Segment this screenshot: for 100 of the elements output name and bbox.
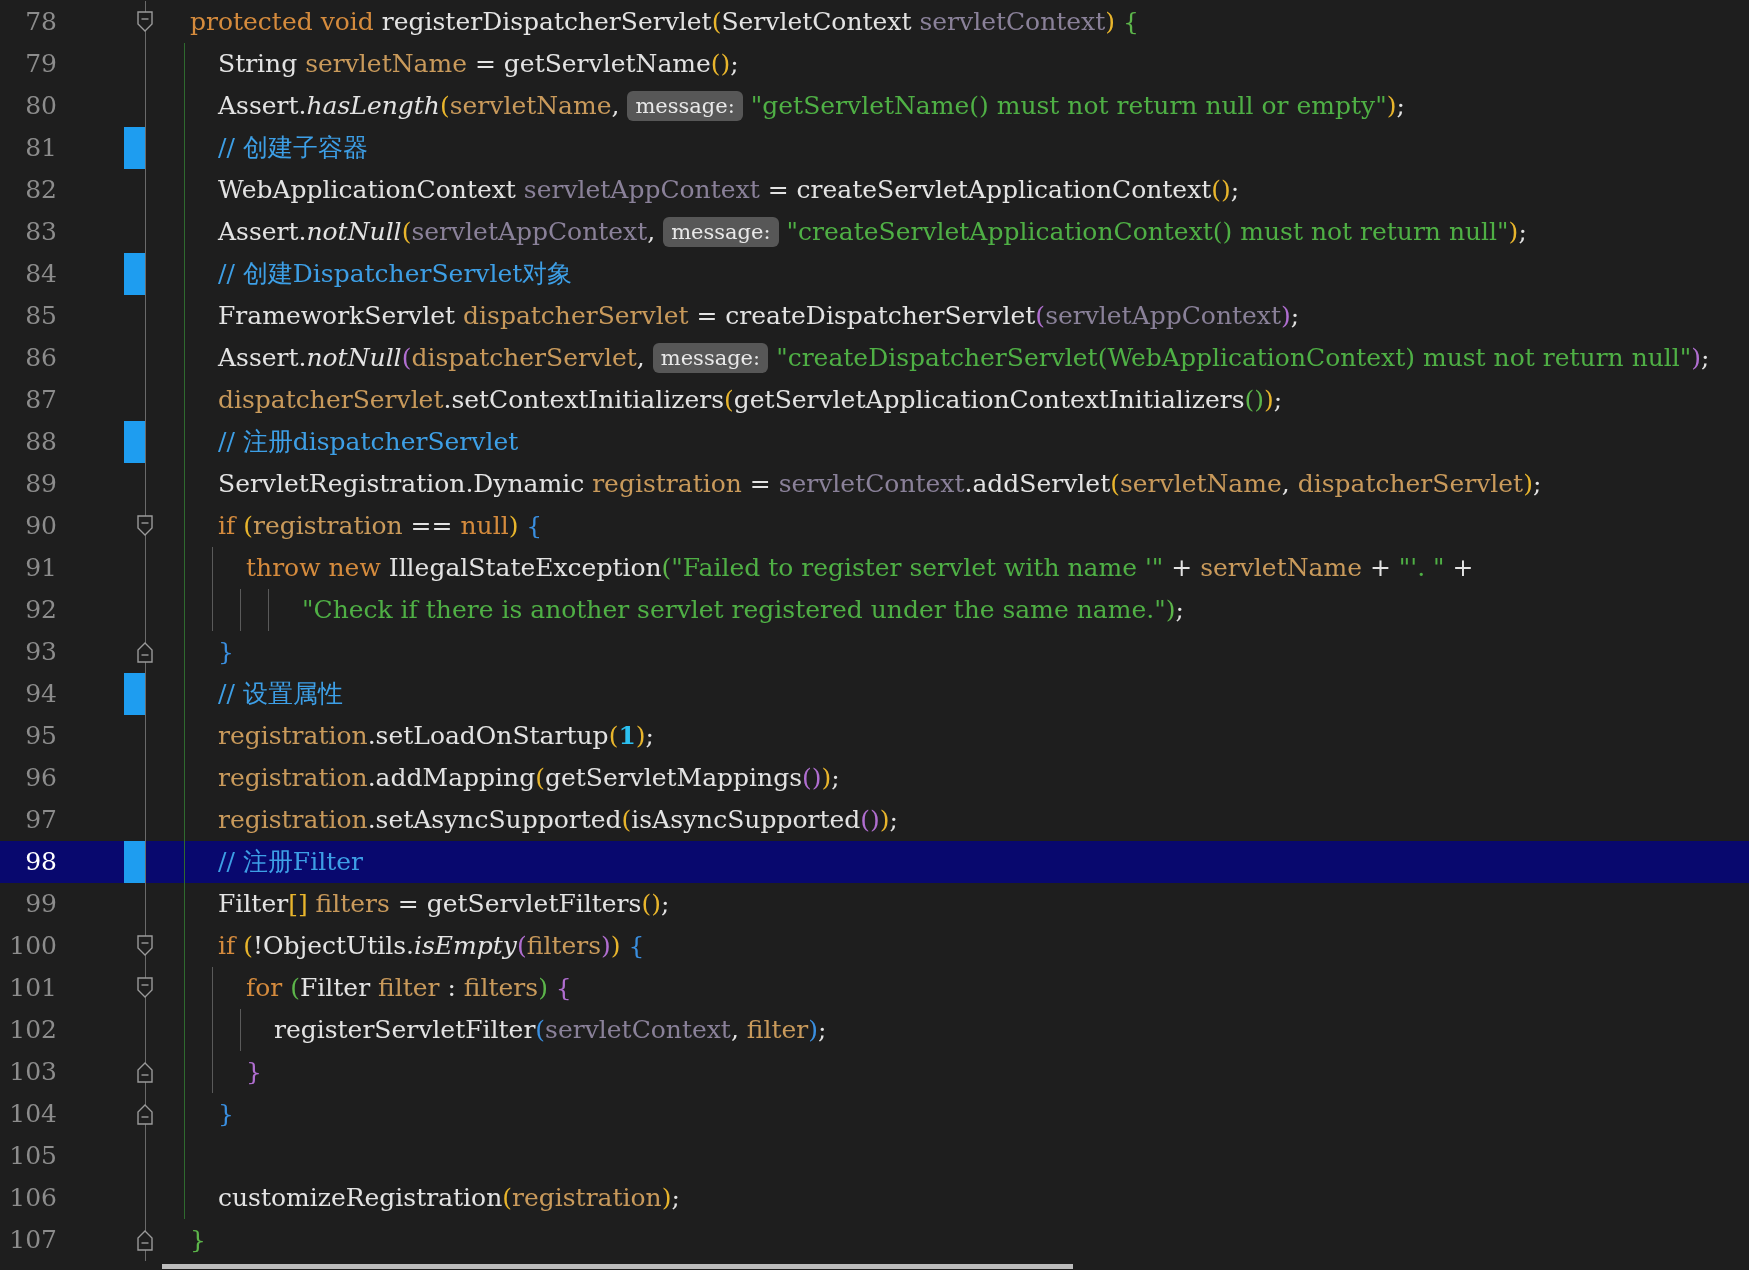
variable-name: servletName xyxy=(1200,552,1362,585)
code-text: , xyxy=(730,1014,740,1047)
bracket: } xyxy=(217,636,234,669)
code-text: getServletMappings xyxy=(544,762,803,795)
parameter-hint: message: xyxy=(627,91,743,121)
code-text: , xyxy=(636,342,646,375)
parameter-name: servletContext xyxy=(919,6,1106,39)
code-text: ; xyxy=(1175,594,1184,627)
bracket: ( xyxy=(401,342,412,375)
parameter-name: servletContext xyxy=(545,1014,731,1047)
bracket: ( xyxy=(608,720,619,753)
bracket: ( xyxy=(711,6,722,39)
code-text: Assert. xyxy=(217,342,307,375)
bracket: ) xyxy=(1165,594,1176,627)
line-number: 106 xyxy=(8,1182,57,1215)
code-text: customizeRegistration xyxy=(217,1182,503,1215)
variable-name: dispatcherServlet xyxy=(463,300,689,333)
bracket: ) xyxy=(808,1014,819,1047)
keyword-text: if xyxy=(217,510,238,543)
fold-end-icon[interactable] xyxy=(137,1103,153,1125)
variable-name: registration xyxy=(252,510,403,543)
line-number: 103 xyxy=(8,1056,57,1089)
code-text: ServletContext xyxy=(721,6,913,39)
bracket: ( xyxy=(621,804,632,837)
fold-collapse-icon[interactable] xyxy=(137,515,153,537)
string-literal: "createDispatcherServlet(WebApplicationContext) must not return null" xyxy=(776,342,1692,375)
bracket: ) xyxy=(1105,6,1116,39)
code-text: Assert. xyxy=(217,90,307,123)
bracket: ( xyxy=(1035,300,1046,333)
keyword-text: throw new xyxy=(245,552,382,585)
code-comment: // 注册Filter xyxy=(217,846,363,879)
bracket: ( xyxy=(290,972,300,1005)
code-text: FrameworkServlet xyxy=(217,300,457,333)
fold-end-icon[interactable] xyxy=(137,641,153,663)
bracket: { xyxy=(1121,6,1139,39)
code-text: ; xyxy=(645,720,654,753)
string-literal: "getServletName() must not return null or empty" xyxy=(750,90,1387,123)
code-text: ; xyxy=(671,1182,680,1215)
fold-end-icon[interactable] xyxy=(137,1229,153,1251)
code-text: Filter xyxy=(217,888,289,921)
bracket: ) xyxy=(1386,90,1397,123)
code-text: ; xyxy=(1230,174,1240,207)
variable-name: filters xyxy=(526,930,602,963)
code-text: Filter xyxy=(299,972,372,1005)
line-number: 107 xyxy=(8,1224,57,1257)
code-text: ; xyxy=(889,804,898,837)
fold-collapse-icon[interactable] xyxy=(137,11,153,33)
bracket: ( xyxy=(401,216,412,249)
code-text: IllegalStateException xyxy=(388,552,662,585)
bracket: ) xyxy=(1508,216,1519,249)
code-text: ; xyxy=(1396,90,1405,123)
parameter-hint: message: xyxy=(663,217,779,247)
line-number: 100 xyxy=(8,930,57,963)
parameter-name: servletAppContext xyxy=(411,216,648,249)
code-text: registerDispatcherServlet xyxy=(381,6,712,39)
bracket: { xyxy=(554,972,572,1005)
bracket: ( xyxy=(661,552,672,585)
horizontal-scrollbar-thumb[interactable] xyxy=(162,1264,1073,1269)
bracket: ) xyxy=(1523,468,1533,501)
line-number: 87 xyxy=(24,384,57,417)
code-text: .setLoadOnStartup xyxy=(367,720,609,753)
bracket: ) xyxy=(879,804,890,837)
code-comment: // 设置属性 xyxy=(217,678,343,711)
bracket: ) xyxy=(538,972,548,1005)
line-number: 97 xyxy=(24,804,57,837)
method-name: hasLength xyxy=(306,90,440,123)
method-name: notNull xyxy=(306,216,402,249)
code-text: String xyxy=(217,48,299,81)
keyword-text: if xyxy=(217,930,238,963)
fold-collapse-icon[interactable] xyxy=(137,935,153,957)
string-literal: "Failed to register servlet with name '" xyxy=(671,552,1164,585)
bracket: ( xyxy=(439,90,450,123)
bracket: () xyxy=(710,48,731,81)
code-text: = getServletFilters xyxy=(396,888,642,921)
code-text: + xyxy=(1368,552,1392,585)
code-comment: // 创建子容器 xyxy=(217,132,368,165)
code-text: ; xyxy=(1701,342,1710,375)
bracket: ) xyxy=(1691,342,1702,375)
number-literal: 1 xyxy=(618,720,636,753)
line-number: 82 xyxy=(24,174,57,207)
bracket: ( xyxy=(516,930,527,963)
bracket: ( xyxy=(243,930,253,963)
variable-name: registration xyxy=(217,762,368,795)
fold-end-icon[interactable] xyxy=(137,1061,153,1083)
code-text: : xyxy=(446,972,457,1005)
code-text: registerServletFilter xyxy=(273,1014,536,1047)
line-number: 105 xyxy=(8,1140,57,1173)
variable-name: servletName xyxy=(449,90,612,123)
bracket: ( xyxy=(535,1014,546,1047)
code-text: ; xyxy=(1290,300,1300,333)
string-literal: "createServletApplicationContext() must not return null" xyxy=(786,216,1509,249)
parameter-name: servletAppContext xyxy=(1045,300,1281,333)
fold-collapse-icon[interactable] xyxy=(137,977,153,999)
code-text: = xyxy=(748,468,772,501)
parameter-name: servletAppContext xyxy=(523,174,760,207)
code-text: == xyxy=(409,510,454,543)
bracket: { xyxy=(525,510,543,543)
parameter-hint: message: xyxy=(652,343,769,373)
line-number: 85 xyxy=(24,300,57,333)
bracket: } xyxy=(245,1056,262,1089)
